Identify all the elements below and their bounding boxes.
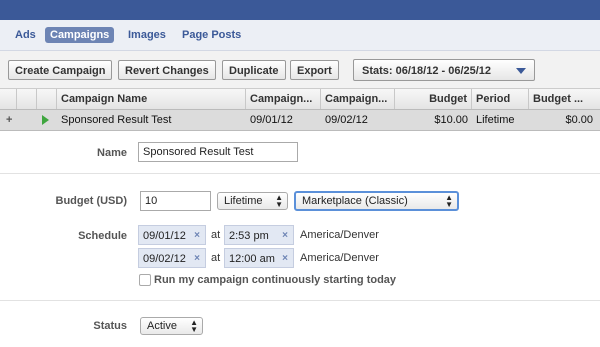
- clear-icon[interactable]: ×: [282, 226, 288, 246]
- table-header: Campaign Name Campaign... Campaign... Bu…: [0, 89, 600, 110]
- create-campaign-button[interactable]: Create Campaign: [8, 60, 113, 80]
- end-date-field[interactable]: 09/02/12 ×: [138, 248, 206, 268]
- tab-images[interactable]: Images: [123, 27, 171, 43]
- header-select-column: [37, 89, 57, 109]
- header-expand-column: [0, 89, 17, 109]
- end-date-value: 09/02/12: [143, 253, 186, 265]
- tab-page-posts[interactable]: Page Posts: [177, 27, 246, 43]
- header-status-column: [17, 89, 37, 109]
- start-time-value: 2:53 pm: [229, 230, 269, 242]
- header-campaign-end[interactable]: Campaign...: [321, 89, 395, 109]
- header-budget-remaining[interactable]: Budget ...: [529, 89, 600, 109]
- clear-icon[interactable]: ×: [282, 249, 288, 269]
- start-timezone: America/Denver: [300, 229, 379, 241]
- cell-period: Lifetime: [476, 114, 515, 126]
- start-date-value: 09/01/12: [143, 230, 186, 242]
- continuous-checkbox[interactable]: [139, 274, 151, 286]
- header-campaign-start[interactable]: Campaign...: [246, 89, 321, 109]
- continuous-label: Run my campaign continuously starting to…: [154, 274, 397, 286]
- at-label: at: [211, 252, 221, 264]
- expand-icon[interactable]: +: [2, 110, 17, 130]
- cell-budget: $10.00: [434, 114, 468, 126]
- export-button[interactable]: Export: [290, 60, 339, 80]
- pricing-value: Marketplace (Classic): [302, 195, 408, 207]
- cell-campaign-end: 09/02/12: [325, 114, 368, 126]
- select-arrows-icon: ▲ ▼: [275, 193, 283, 209]
- clear-icon[interactable]: ×: [194, 249, 200, 269]
- name-field[interactable]: Sponsored Result Test: [138, 142, 298, 162]
- tab-campaigns[interactable]: Campaigns: [45, 27, 115, 43]
- name-label: Name: [97, 147, 127, 159]
- duplicate-button[interactable]: Duplicate: [222, 60, 286, 80]
- stats-date-range-dropdown[interactable]: Stats: 06/18/12 - 06/25/12: [353, 59, 535, 81]
- select-arrows-icon: ▲ ▼: [445, 193, 453, 209]
- sub-navigation: Ads Campaigns Images Page Posts: [0, 20, 600, 51]
- revert-changes-button[interactable]: Revert Changes: [118, 60, 216, 80]
- chevron-down-icon: [516, 68, 526, 74]
- cell-campaign-start: 09/01/12: [250, 114, 293, 126]
- status-value: Active: [147, 320, 177, 332]
- top-bar: [0, 0, 600, 20]
- start-date-field[interactable]: 09/01/12 ×: [138, 225, 206, 245]
- stats-date-range-label: Stats: 06/18/12 - 06/25/12: [362, 65, 492, 77]
- at-label: at: [211, 229, 221, 241]
- budget-label: Budget (USD): [55, 195, 128, 207]
- select-arrows-icon: ▲ ▼: [190, 318, 198, 334]
- header-budget[interactable]: Budget: [395, 89, 472, 109]
- cell-campaign-name[interactable]: Sponsored Result Test: [57, 110, 246, 130]
- status-select[interactable]: Active ▲ ▼: [140, 317, 203, 335]
- divider: [0, 173, 600, 174]
- clear-icon[interactable]: ×: [194, 226, 200, 246]
- start-time-field[interactable]: 2:53 pm ×: [224, 225, 294, 245]
- header-campaign-name[interactable]: Campaign Name: [57, 89, 246, 109]
- tab-ads[interactable]: Ads: [10, 27, 41, 43]
- budget-amount-field[interactable]: 10: [140, 191, 211, 211]
- divider: [0, 300, 600, 301]
- cell-budget-remaining: $0.00: [565, 114, 593, 126]
- budget-type-select[interactable]: Lifetime ▲ ▼: [217, 192, 288, 210]
- toolbar: Create Campaign Revert Changes Duplicate…: [0, 51, 600, 89]
- play-icon: [40, 110, 55, 130]
- status-label: Status: [93, 320, 127, 332]
- schedule-label: Schedule: [78, 230, 127, 242]
- end-time-value: 12:00 am: [229, 253, 275, 265]
- end-timezone: America/Denver: [300, 252, 379, 264]
- header-period[interactable]: Period: [472, 89, 529, 109]
- pricing-select[interactable]: Marketplace (Classic) ▲ ▼: [294, 191, 459, 211]
- table-row[interactable]: + Sponsored Result Test 09/01/12 09/02/1…: [0, 110, 600, 131]
- budget-type-value: Lifetime: [224, 195, 263, 207]
- end-time-field[interactable]: 12:00 am ×: [224, 248, 294, 268]
